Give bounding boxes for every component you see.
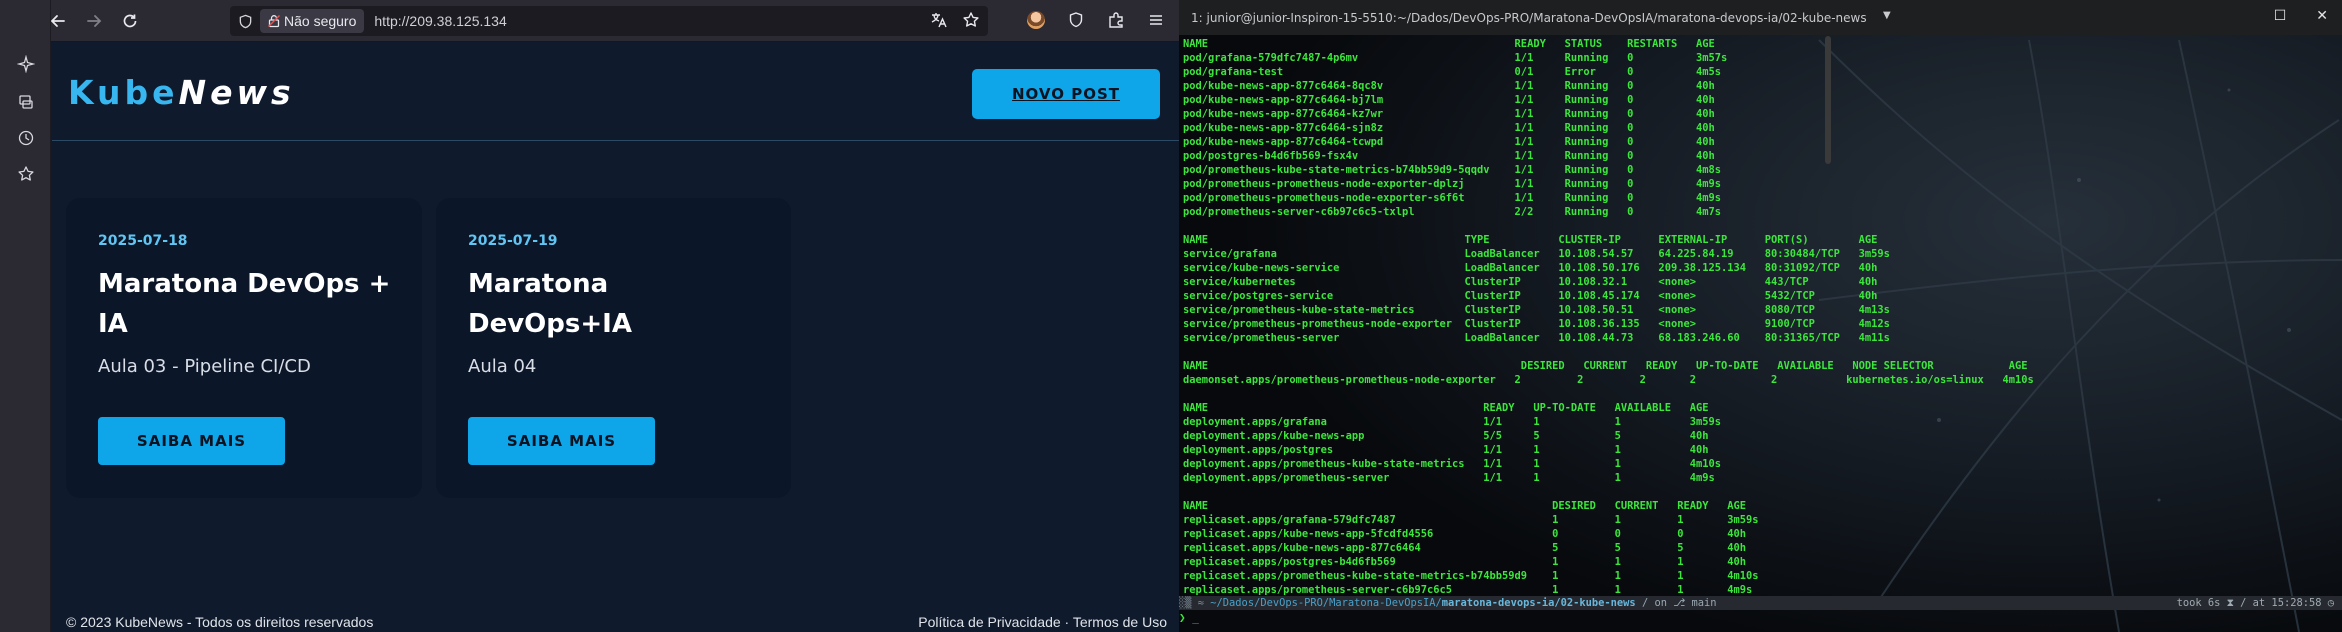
- bookmark-star-icon[interactable]: [962, 11, 980, 34]
- new-post-button[interactable]: NOVO POST: [972, 69, 1160, 119]
- logo-news: News: [178, 73, 295, 112]
- terminal-line: service/kubernetes ClusterIP 10.108.32.1…: [1183, 276, 1878, 288]
- terminal-line: pod/kube-news-app-877c6464-kz7wr 1/1 Run…: [1183, 108, 1715, 120]
- post-date: 2025-07-18: [98, 233, 188, 249]
- post-card: 2025-07-19 Maratona DevOps+IA Aula 04 SA…: [436, 198, 791, 498]
- synced-tabs-icon[interactable]: [12, 88, 40, 116]
- terminal-line: NAME DESIRED CURRENT READY AGE: [1183, 500, 1747, 512]
- terminal-line: pod/kube-news-app-877c6464-tcwpd 1/1 Run…: [1183, 136, 1715, 148]
- terminal-line: service/prometheus-kube-state-metrics Cl…: [1183, 304, 1890, 316]
- terminal-line: pod/prometheus-kube-state-metrics-b74bb5…: [1183, 164, 1721, 176]
- prompt-prefix: ░▒ ≈: [1179, 597, 1211, 609]
- terminal-line: deployment.apps/grafana 1/1 1 1 3m59s: [1183, 416, 1721, 428]
- post-date: 2025-07-19: [468, 233, 558, 249]
- post-title: Maratona DevOps+IA: [468, 269, 632, 339]
- terminal-window[interactable]: 1: junior@junior-Inspiron-15-5510:~/Dado…: [1179, 0, 2342, 632]
- terminal-line: pod/prometheus-prometheus-node-exporter-…: [1183, 178, 1721, 190]
- terminal-line: replicaset.apps/kube-news-app-5fcdfd4556…: [1183, 528, 1747, 540]
- terminal-line: pod/prometheus-server-c6b97c6c5-txlpl 2/…: [1183, 206, 1721, 218]
- terminal-line: NAME TYPE CLUSTER-IP EXTERNAL-IP PORT(S)…: [1183, 234, 1878, 246]
- read-more-button[interactable]: SAIBA MAIS: [98, 417, 285, 465]
- post-title: Maratona DevOps + IA: [98, 269, 391, 339]
- prompt-timing: took 6s ⧗ / at 15:28:58 ◷: [2176, 597, 2334, 609]
- terminal-line: replicaset.apps/prometheus-server-c6b97c…: [1183, 584, 1753, 596]
- terminal-line: deployment.apps/prometheus-kube-state-me…: [1183, 458, 1721, 470]
- prompt-path: ~/Dados/DevOps-PRO/Maratona-DevOpsIA/: [1210, 597, 1442, 609]
- post-subtitle: Aula 03 - Pipeline CI/CD: [98, 356, 311, 377]
- web-page: KubeNews NOVO POST 2025-07-18 Maratona D…: [52, 43, 1179, 632]
- site-footer: © 2023 KubeNews - Todos os direitos rese…: [52, 611, 1179, 632]
- bookmarks-star-icon[interactable]: [12, 160, 40, 188]
- terminal-line: pod/prometheus-prometheus-node-exporter-…: [1183, 192, 1721, 204]
- terminal-line: service/postgres-service ClusterIP 10.10…: [1183, 290, 1878, 302]
- url-text[interactable]: http://209.38.125.134: [374, 13, 506, 29]
- read-more-button[interactable]: SAIBA MAIS: [468, 417, 655, 465]
- translate-icon[interactable]: [930, 11, 948, 34]
- maximize-icon[interactable]: ☐: [2274, 8, 2287, 24]
- shield-ext-icon[interactable]: [1065, 9, 1087, 31]
- post-card: 2025-07-18 Maratona DevOps + IA Aula 03 …: [66, 198, 422, 498]
- terminal-titlebar: 1: junior@junior-Inspiron-15-5510:~/Dado…: [1179, 0, 2342, 35]
- prompt-path-current: maratona-devops-ia/02-kube-news: [1441, 597, 1636, 609]
- ai-sparkle-icon[interactable]: [12, 50, 40, 78]
- account-avatar[interactable]: [1025, 9, 1047, 31]
- footer-links[interactable]: Política de Privacidade · Termos de Uso: [918, 614, 1167, 630]
- close-icon[interactable]: ✕: [2316, 8, 2328, 24]
- terminal-line: replicaset.apps/kube-news-app-877c6464 5…: [1183, 542, 1747, 554]
- not-secure-label: Não seguro: [284, 13, 357, 29]
- prompt-git-branch: / on ⎇ main: [1635, 597, 1717, 609]
- terminal-line: pod/kube-news-app-877c6464-sjn8z 1/1 Run…: [1183, 122, 1715, 134]
- reload-icon[interactable]: [118, 9, 142, 33]
- address-bar[interactable]: Não seguro http://209.38.125.134: [230, 6, 988, 36]
- terminal-line: pod/grafana-579dfc7487-4p6mv 1/1 Running…: [1183, 52, 1728, 64]
- site-logo[interactable]: KubeNews: [68, 73, 295, 112]
- terminal-line: NAME READY STATUS RESTARTS AGE: [1183, 38, 1715, 50]
- terminal-line: deployment.apps/kube-news-app 5/5 5 5 40…: [1183, 430, 1709, 442]
- terminal-title: 1: junior@junior-Inspiron-15-5510:~/Dado…: [1191, 11, 1867, 25]
- terminal-line: replicaset.apps/postgres-b4d6fb569 1 1 1…: [1183, 556, 1747, 568]
- forward-arrow-icon[interactable]: [82, 9, 106, 33]
- site-header: KubeNews NOVO POST: [52, 43, 1179, 141]
- menu-icon[interactable]: [1145, 9, 1167, 31]
- extensions-icon[interactable]: [1105, 9, 1127, 31]
- post-subtitle: Aula 04: [468, 356, 537, 377]
- logo-kube: Kube: [68, 73, 179, 112]
- terminal-line: service/kube-news-service LoadBalancer 1…: [1183, 262, 1878, 274]
- terminal-line: NAME DESIRED CURRENT READY UP-TO-DATE AV…: [1183, 360, 2028, 372]
- vertical-sidebar: [0, 0, 51, 632]
- terminal-line: deployment.apps/postgres 1/1 1 1 40h: [1183, 444, 1709, 456]
- terminal-output: NAME READY STATUS RESTARTS AGE pod/grafan…: [1183, 37, 2333, 597]
- terminal-line: daemonset.apps/prometheus-prometheus-nod…: [1183, 374, 2034, 386]
- terminal-line: service/grafana LoadBalancer 10.108.54.5…: [1183, 248, 1890, 260]
- shield-icon[interactable]: [230, 6, 260, 36]
- terminal-line: replicaset.apps/prometheus-kube-state-me…: [1183, 570, 1759, 582]
- broken-lock-icon: [268, 15, 280, 28]
- shell-prompt: ░▒ ≈ ~/Dados/DevOps-PRO/Maratona-DevOpsI…: [1179, 596, 2342, 610]
- history-icon[interactable]: [12, 124, 40, 152]
- terminal-line: NAME READY UP-TO-DATE AVAILABLE AGE: [1183, 402, 1709, 414]
- terminal-line: service/prometheus-prometheus-node-expor…: [1183, 318, 1890, 330]
- chevron-down-icon[interactable]: ▼: [1883, 10, 1891, 21]
- terminal-line: pod/postgres-b4d6fb569-fsx4v 1/1 Running…: [1183, 150, 1715, 162]
- terminal-line: pod/kube-news-app-877c6464-bj7lm 1/1 Run…: [1183, 94, 1715, 106]
- terminal-line: replicaset.apps/grafana-579dfc7487 1 1 1…: [1183, 514, 1759, 526]
- terminal-line: service/prometheus-server LoadBalancer 1…: [1183, 332, 1890, 344]
- copyright-text: © 2023 KubeNews - Todos os direitos rese…: [66, 614, 374, 630]
- command-input[interactable]: ❯ _: [1179, 610, 2342, 626]
- browser-toolbar: Não seguro http://209.38.125.134: [0, 0, 1179, 42]
- terminal-line: deployment.apps/prometheus-server 1/1 1 …: [1183, 472, 1715, 484]
- terminal-line: pod/grafana-test 0/1 Error 0 4m5s: [1183, 66, 1721, 78]
- site-info-button[interactable]: Não seguro: [260, 9, 365, 33]
- terminal-line: pod/kube-news-app-877c6464-8qc8v 1/1 Run…: [1183, 80, 1715, 92]
- browser-window: Não seguro http://209.38.125.134 KubeNew…: [0, 0, 1179, 632]
